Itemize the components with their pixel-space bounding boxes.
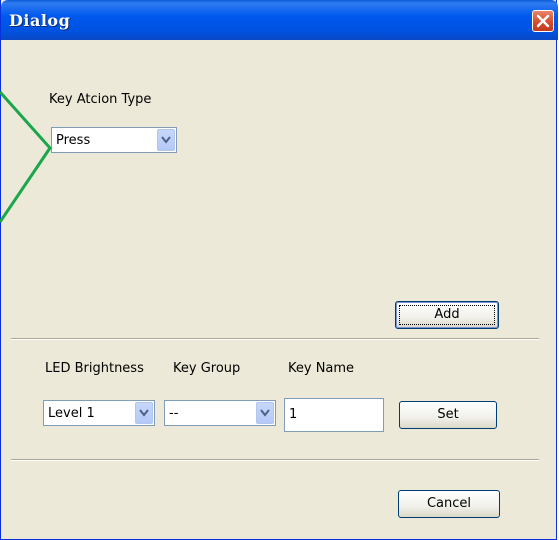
- chevron-down-icon[interactable]: [135, 402, 153, 424]
- title-bar[interactable]: Dialog: [1, 0, 558, 40]
- key-name-label: Key Name: [288, 361, 355, 376]
- separator-top: [11, 338, 539, 340]
- close-button[interactable]: [532, 10, 554, 32]
- chevron-down-icon[interactable]: [157, 129, 175, 151]
- set-button[interactable]: Set: [399, 401, 497, 429]
- cancel-button[interactable]: Cancel: [398, 490, 500, 518]
- key-group-label: Key Group: [173, 361, 241, 376]
- led-brightness-value: Level 1: [48, 406, 95, 421]
- set-button-label: Set: [437, 407, 459, 422]
- window-title: Dialog: [9, 11, 71, 30]
- chevron-down-icon[interactable]: [256, 402, 274, 424]
- key-action-type-value: Press: [56, 133, 91, 148]
- separator-bottom: [11, 459, 539, 461]
- key-group-select[interactable]: --: [164, 400, 276, 426]
- close-icon: [536, 14, 550, 28]
- key-name-input[interactable]: 1: [284, 398, 384, 432]
- led-brightness-label: LED Brightness: [45, 361, 144, 376]
- led-brightness-select[interactable]: Level 1: [43, 400, 155, 426]
- cancel-button-label: Cancel: [426, 496, 472, 511]
- dialog-window: Dialog Key Atcion Type Press Add LED Bri…: [0, 0, 558, 540]
- key-action-type-label: Key Atcion Type: [49, 92, 152, 107]
- key-action-type-select[interactable]: Press: [51, 127, 177, 153]
- key-group-value: --: [169, 406, 179, 421]
- add-button[interactable]: Add: [395, 301, 499, 329]
- key-name-value: 1: [289, 407, 298, 422]
